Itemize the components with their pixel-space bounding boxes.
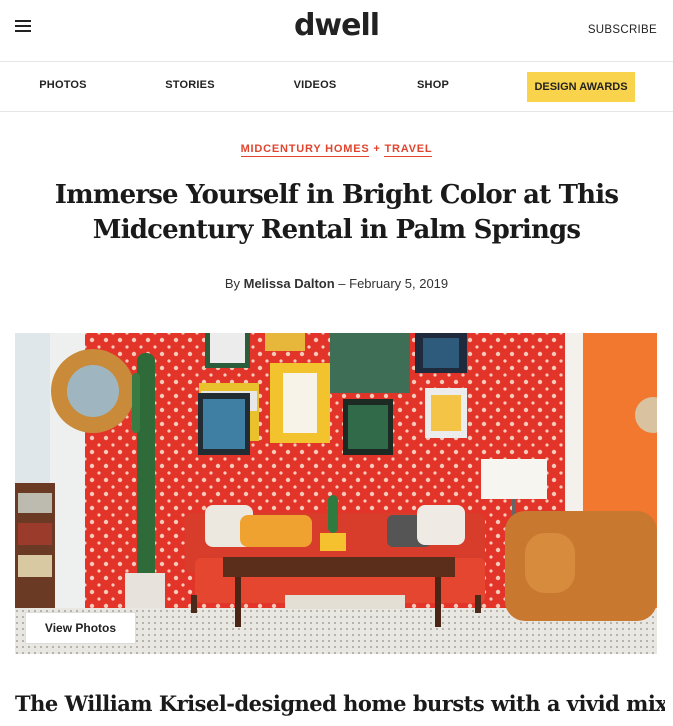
nav-shop[interactable]: SHOP [417,79,449,91]
nav-design-awards-button[interactable]: DESIGN AWARDS [527,72,635,102]
dwell-logo[interactable]: dwell [0,8,673,43]
view-photos-button[interactable]: View Photos [25,612,136,644]
byline-prefix: By [224,276,240,291]
byline-dash: – [338,276,346,291]
hero-photo-illustration [15,333,657,654]
nav-stories[interactable]: STORIES [165,79,215,91]
category-travel[interactable]: TRAVEL [384,143,433,157]
subscribe-link[interactable]: SUBSCRIBE [588,24,657,36]
site-header: dwell SUBSCRIBE [0,0,673,62]
nav-videos[interactable]: VIDEOS [294,79,337,91]
category-midcentury-homes[interactable]: MIDCENTURY HOMES [240,143,370,157]
article-categories: MIDCENTURY HOMES + TRAVEL [0,143,673,157]
category-separator: + [373,143,381,155]
publish-date: February 5, 2019 [349,276,449,291]
article-title: Immerse Yourself in Bright Color at This… [54,180,619,245]
author-name[interactable]: Melissa Dalton [244,276,335,291]
article-dek: The William Krisel-designed home bursts … [15,691,665,716]
main-nav: PHOTOS STORIES VIDEOS SHOP DESIGN AWARDS [0,62,673,112]
nav-photos[interactable]: PHOTOS [39,79,86,91]
hero-image[interactable]: View Photos [15,333,657,654]
article-byline: By Melissa Dalton – February 5, 2019 [0,276,673,291]
